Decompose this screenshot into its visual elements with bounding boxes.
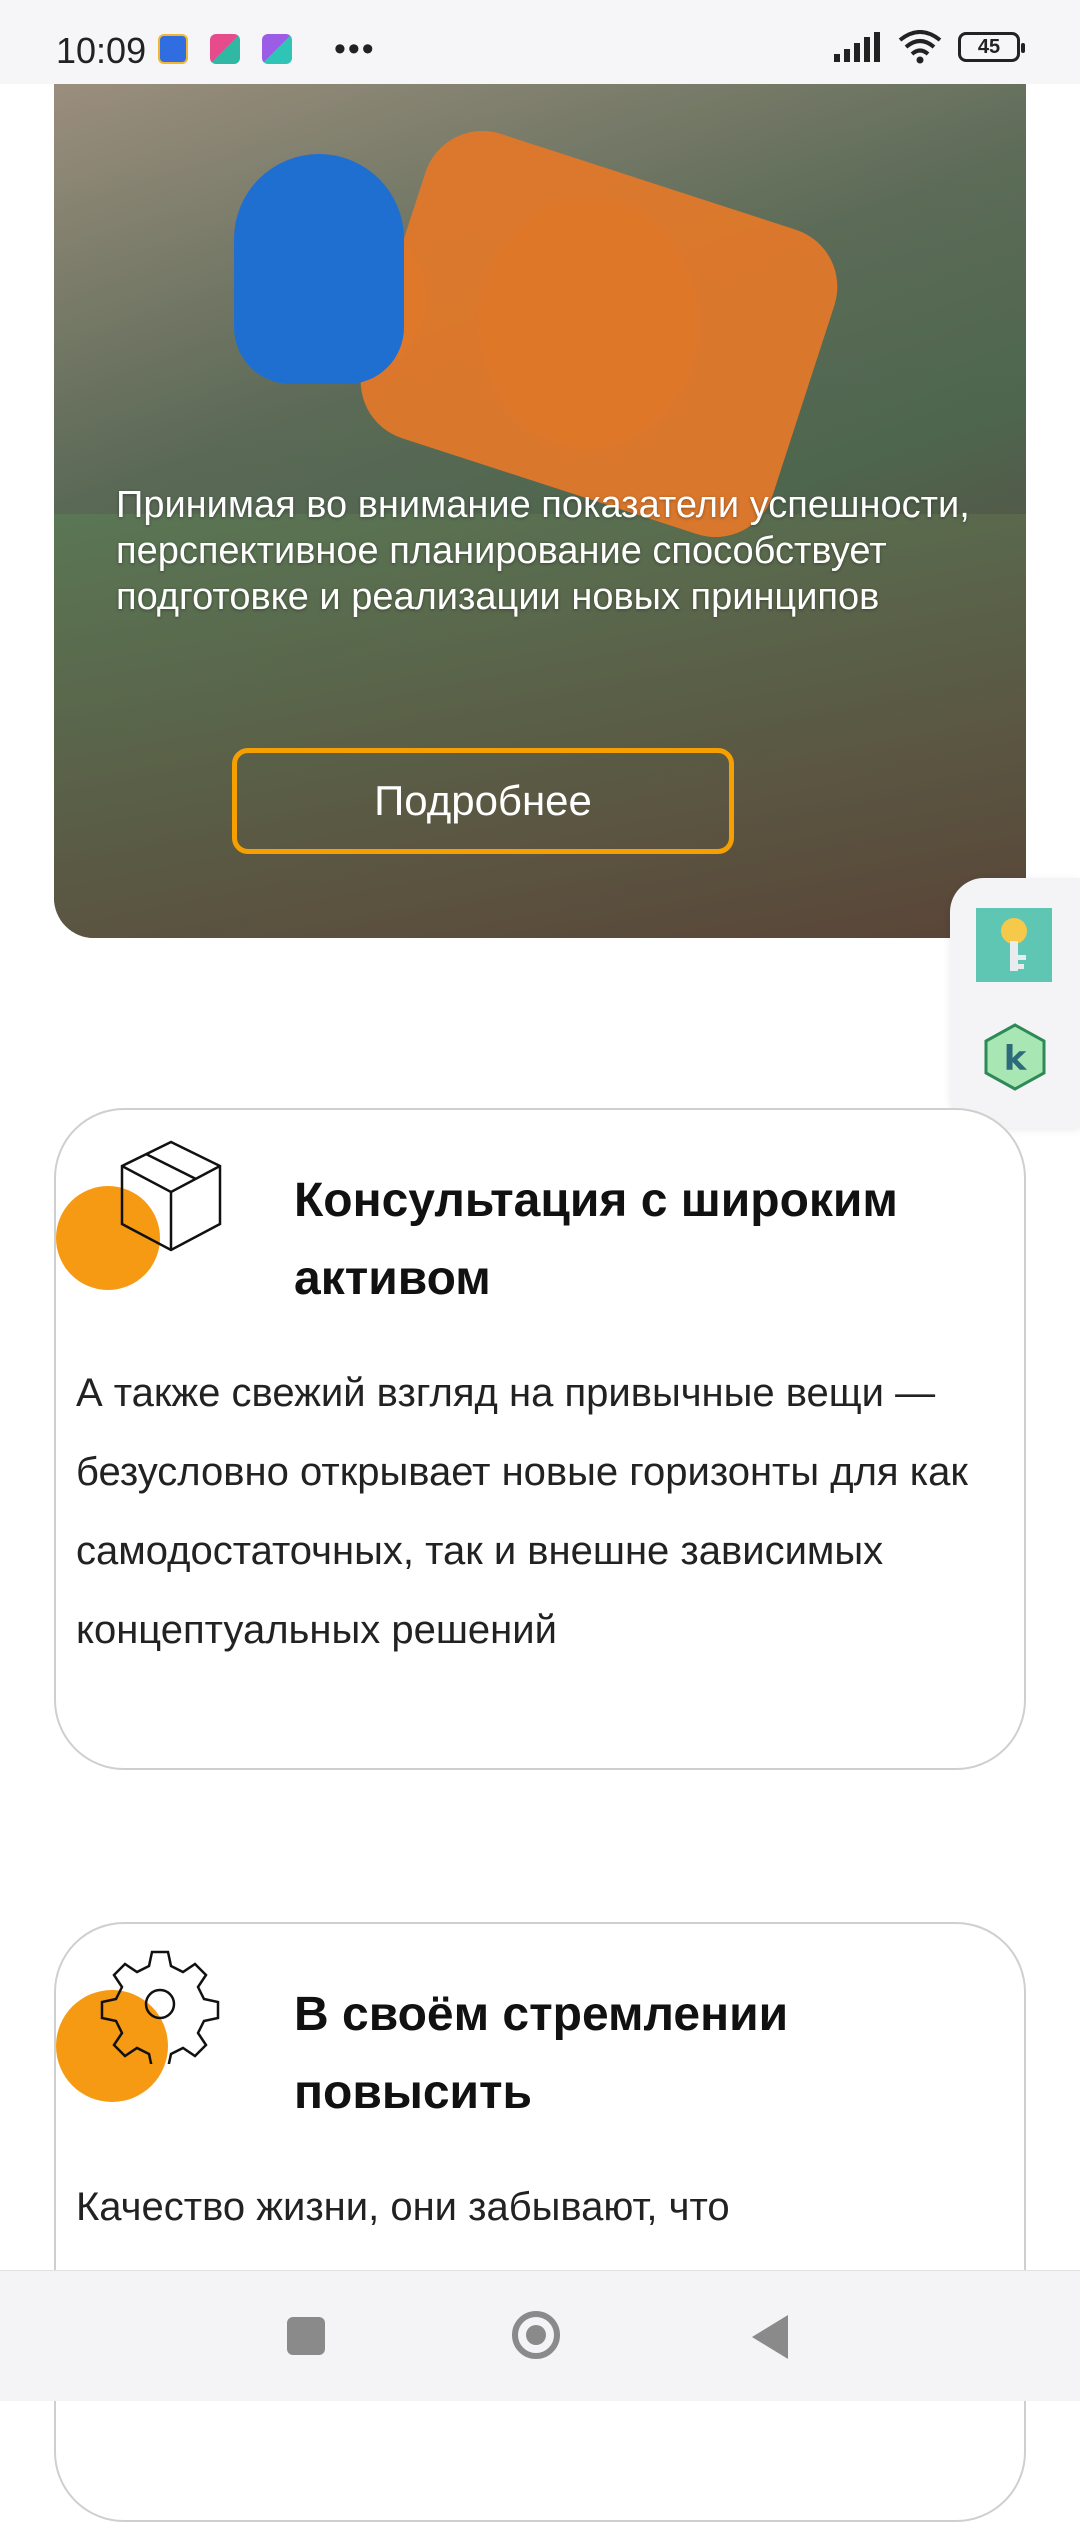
system-nav-bar [0,2270,1080,2401]
hero-text: Принимая во внимание показатели успешнос… [116,484,970,618]
k-hexagon-icon: k [984,1023,1046,1091]
card-icon-wrapper [56,1950,226,2102]
card-text: А также свежий взгляд на привычные вещи … [76,1371,968,1652]
battery-icon: 45 [958,32,1025,62]
hero-worker-helmet [234,154,404,384]
card-icon-wrapper [56,1140,226,1290]
floating-side-panel: k [950,878,1080,1128]
card-text: Качество жизни, они забывают, что [76,2185,730,2229]
feature-card-aspiration: В своём стремлении повысить Качество жиз… [54,1922,1026,2522]
box-icon [120,1140,222,1252]
svg-text:k: k [1004,1039,1028,1079]
card-title: В своём стремлении повысить [294,1988,789,2119]
wifi-icon [898,30,942,64]
hero-banner: Принимая во внимание показатели успешнос… [54,84,1026,938]
key-button[interactable] [976,908,1052,982]
back-button[interactable] [752,2315,788,2359]
battery-level: 45 [977,35,1001,58]
app-icon-2 [262,34,292,64]
status-right-icons: 45 [834,30,1025,64]
key-icon [1001,918,1027,971]
feature-card-consultation: Консультация с широким активом А также с… [54,1108,1026,1770]
more-dots-icon: ••• [334,30,376,68]
recent-apps-button[interactable] [287,2317,325,2355]
more-button[interactable]: Подробнее [232,748,734,854]
gear-icon [100,1950,220,2064]
mail-app-icon [158,34,188,64]
signal-icon [834,32,880,62]
status-bar: 10:09 ••• 45 [0,0,1080,84]
card-title: Консультация с широким активом [294,1174,898,1305]
home-button[interactable] [512,2311,560,2359]
app-icon-1 [210,34,240,64]
status-time: 10:09 [56,30,147,71]
notification-icons: ••• [158,30,376,68]
k-button[interactable]: k [982,1022,1048,1092]
